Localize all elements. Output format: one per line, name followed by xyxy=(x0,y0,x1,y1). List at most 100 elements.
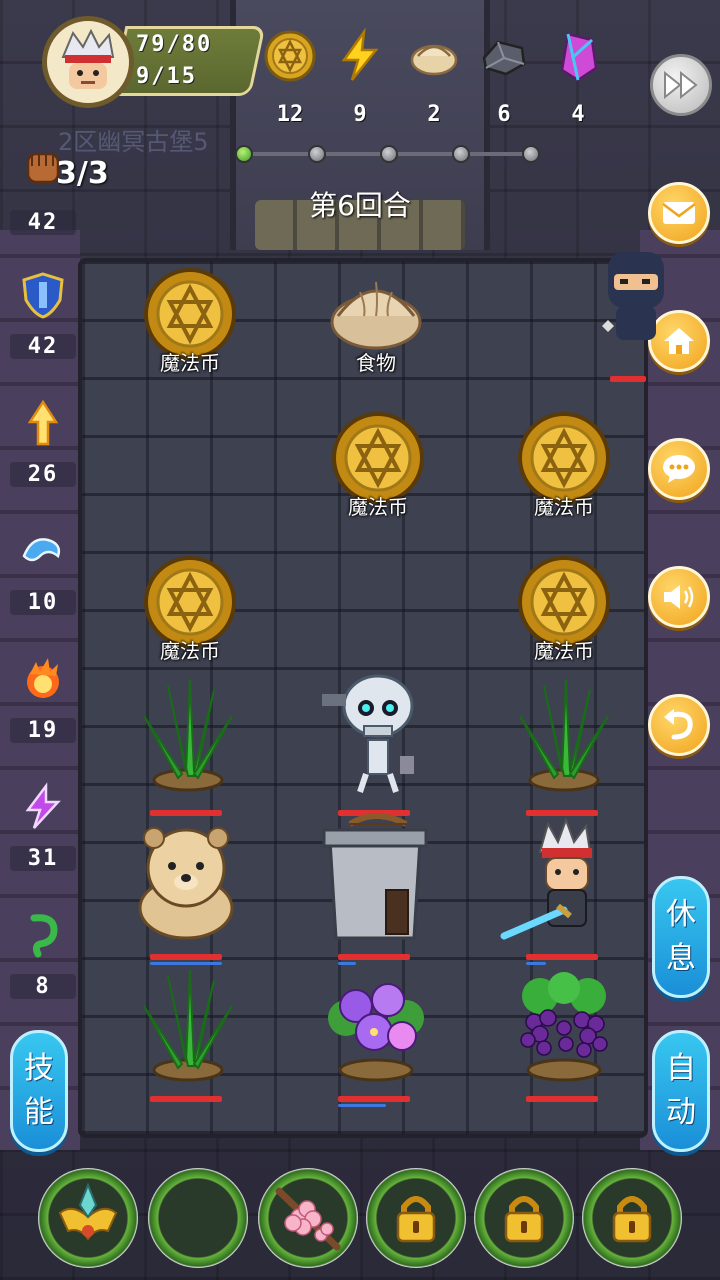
hp-bar xyxy=(150,1096,222,1102)
defense-value: 42 xyxy=(10,334,76,359)
skeleton-icon xyxy=(322,674,414,793)
resource-coin: 12 xyxy=(260,28,320,127)
ninja-enemy[interactable] xyxy=(600,246,670,382)
grass-icon xyxy=(519,679,609,792)
skill-char-2: 能 xyxy=(24,1095,54,1130)
skill-slot-locked[interactable] xyxy=(474,1168,574,1268)
resource-ore: 6 xyxy=(474,28,534,127)
hp-bar xyxy=(338,1096,410,1102)
attack-count: 3/3 xyxy=(56,156,109,191)
coin-label: 魔法币 xyxy=(534,495,594,519)
food-count: 2 xyxy=(427,102,441,127)
auto-char-2: 动 xyxy=(666,1095,696,1130)
ore-count: 6 xyxy=(497,102,511,127)
grass-tile[interactable] xyxy=(128,676,248,816)
rest-button[interactable]: 休 息 xyxy=(652,876,710,998)
coin-tile[interactable]: 魔法币 xyxy=(504,406,624,526)
shield-icon xyxy=(22,272,64,319)
skill-slot-locked[interactable] xyxy=(582,1168,682,1268)
rest-char-2: 息 xyxy=(666,941,696,976)
round-label: 第6回合 xyxy=(309,189,411,222)
skill-char-1: 技 xyxy=(24,1051,54,1086)
mp-bar xyxy=(338,1104,386,1107)
hero-face-icon xyxy=(61,28,115,89)
coin-count: 12 xyxy=(276,102,304,127)
tower-hp-bar xyxy=(338,954,410,960)
progress-dot xyxy=(380,145,398,163)
grass-tile[interactable] xyxy=(128,966,248,1102)
grass-tile[interactable] xyxy=(504,676,624,816)
lightning-count: 9 xyxy=(353,102,367,127)
hero-player[interactable] xyxy=(500,817,620,965)
attack-value: 42 xyxy=(10,210,76,235)
ninja-icon xyxy=(602,252,664,340)
crossbow-tower-icon xyxy=(322,813,428,940)
food-label: 食物 xyxy=(356,351,396,375)
auto-button[interactable]: 自 动 xyxy=(652,1030,710,1152)
hero-hp-bar xyxy=(526,954,598,960)
skill-slot-locked[interactable] xyxy=(366,1168,466,1268)
grape-bush-icon xyxy=(520,972,608,1082)
lock-icon xyxy=(504,1196,544,1243)
chat-bubble-icon xyxy=(663,455,695,483)
violet-flower-icon xyxy=(328,983,424,1082)
lightning-icon xyxy=(341,27,379,81)
pet-hp-bar xyxy=(150,954,222,960)
rest-char-1: 休 xyxy=(666,897,696,932)
sound-button[interactable] xyxy=(648,566,710,628)
lock-icon xyxy=(612,1196,652,1243)
grape-tile[interactable] xyxy=(504,966,624,1102)
resource-gem: 4 xyxy=(548,28,608,127)
auto-char-1: 自 xyxy=(666,1051,696,1086)
mail-button[interactable] xyxy=(648,182,710,244)
dog-pet[interactable] xyxy=(124,820,244,965)
skill-slot-2[interactable] xyxy=(148,1168,248,1268)
flower-tile[interactable] xyxy=(316,966,436,1107)
ore-icon xyxy=(482,40,526,76)
dog-icon xyxy=(138,827,234,940)
golden-wing-relic-icon xyxy=(58,1183,118,1241)
holy-value: 26 xyxy=(10,462,76,487)
grass-icon xyxy=(143,679,233,792)
hp-bar xyxy=(526,1096,598,1102)
pet-mp-bar xyxy=(150,962,222,965)
water-icon xyxy=(22,538,61,562)
enemy-hp-bar xyxy=(610,376,646,382)
coin-tile[interactable]: 魔法币 xyxy=(130,262,250,382)
speaker-icon xyxy=(664,585,694,609)
stat-poison: 8 xyxy=(10,910,76,999)
skill-slot-1[interactable] xyxy=(38,1168,138,1268)
gem-icon xyxy=(560,32,598,82)
skill-button[interactable]: 技 能 xyxy=(10,1030,68,1152)
fire-value: 19 xyxy=(10,718,76,743)
resource-food: 2 xyxy=(404,28,464,127)
resource-lightning: 9 xyxy=(330,27,390,127)
lock-icon xyxy=(396,1196,436,1243)
hp-bar xyxy=(526,810,598,816)
food-tile[interactable]: 食物 xyxy=(316,262,436,382)
fast-forward-button[interactable] xyxy=(650,54,712,116)
dumpling-icon xyxy=(410,44,458,76)
stat-defense: 42 xyxy=(10,270,76,359)
tower-turret[interactable] xyxy=(310,810,430,965)
coin-label: 魔法币 xyxy=(348,495,408,519)
water-value: 10 xyxy=(10,590,76,615)
game-stage: 79/80 9/15 12 9 2 6 4 2区幽冥古堡5 第6回合 3/3 4… xyxy=(0,0,720,1280)
tower-mp-bar xyxy=(338,962,356,965)
zone-name: 2区幽冥古堡5 xyxy=(58,128,209,156)
energy-value: 9/15 xyxy=(136,64,197,89)
skill-slot-3[interactable] xyxy=(258,1168,358,1268)
fire-icon xyxy=(27,658,59,698)
coin-tile[interactable]: 魔法币 xyxy=(318,406,438,526)
stat-water: 10 xyxy=(10,526,76,615)
skeleton-enemy[interactable] xyxy=(316,670,436,816)
coin-tile[interactable]: 魔法币 xyxy=(504,550,624,670)
chat-button[interactable] xyxy=(648,438,710,500)
gem-count: 4 xyxy=(571,102,585,127)
hero-mp-bar xyxy=(526,962,546,965)
undo-button[interactable] xyxy=(648,694,710,756)
undo-arrow-icon xyxy=(664,709,693,740)
coin-tile[interactable]: 魔法币 xyxy=(130,550,250,670)
player-avatar[interactable] xyxy=(42,16,134,108)
envelope-icon xyxy=(662,202,696,224)
